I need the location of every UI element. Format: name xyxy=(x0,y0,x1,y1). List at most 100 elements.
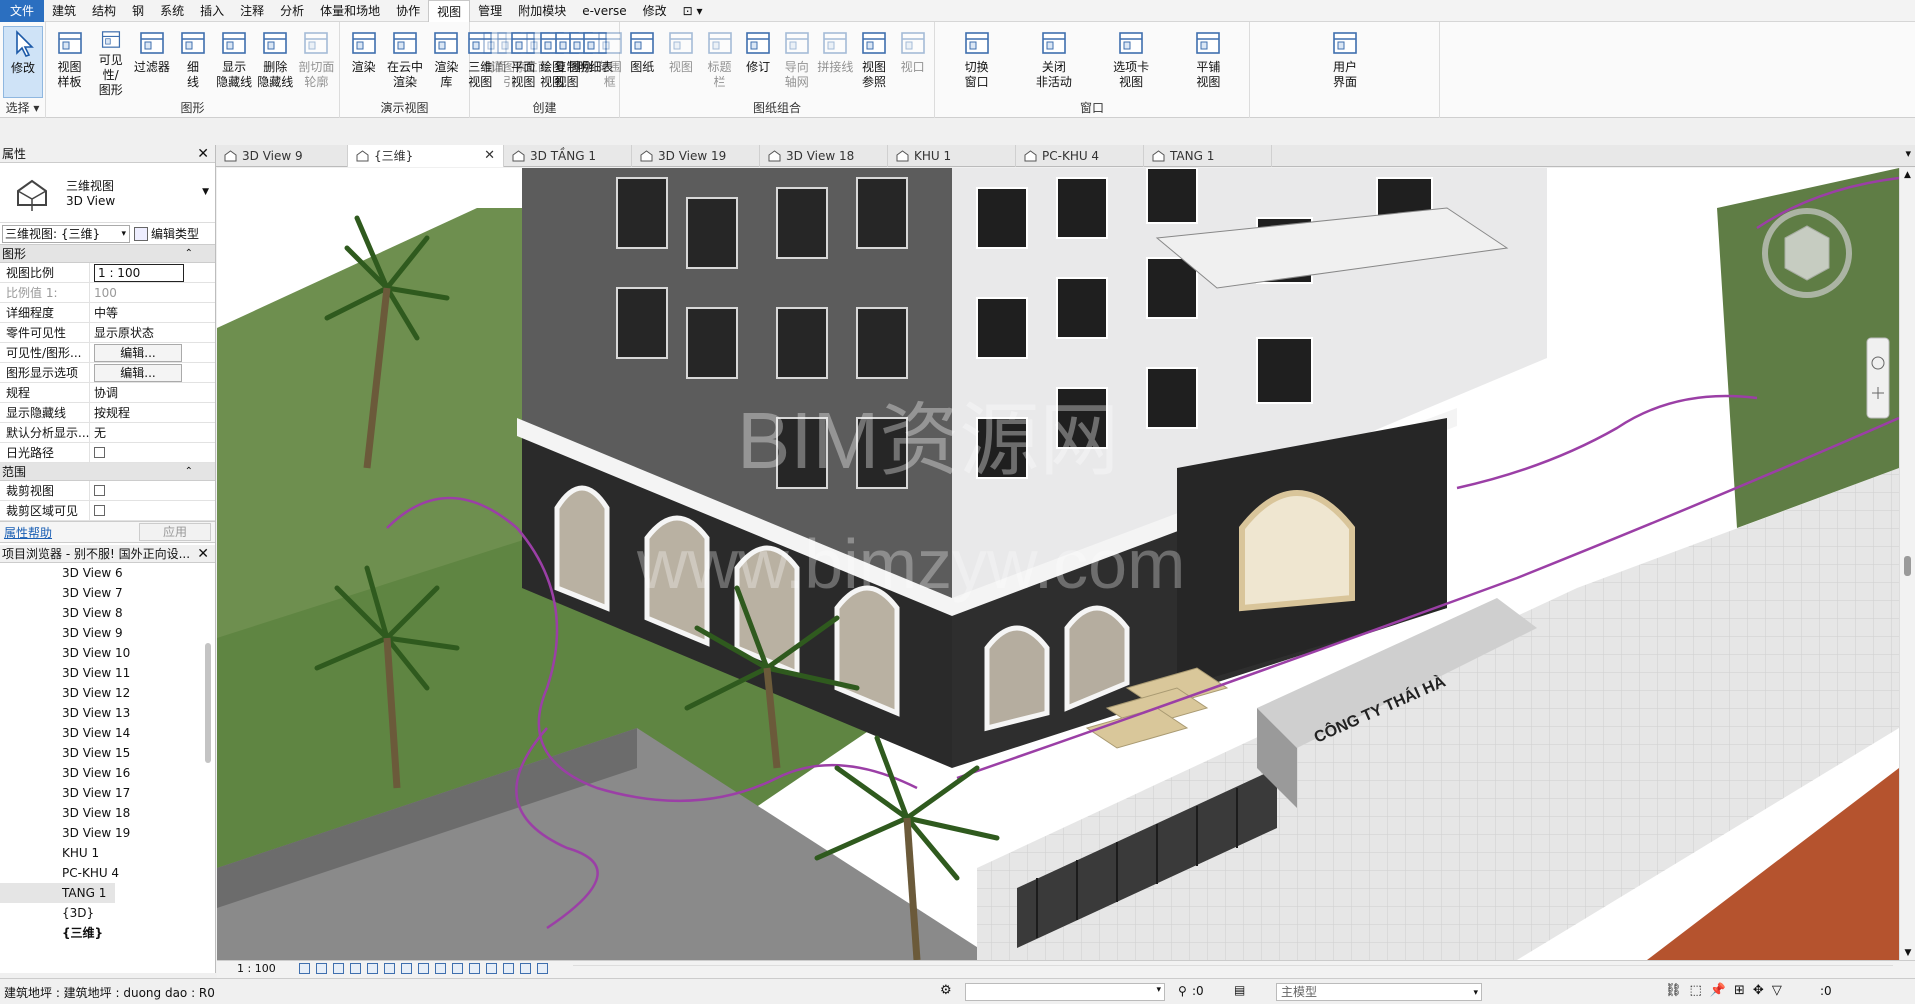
menu-2[interactable]: 结构 xyxy=(84,0,124,22)
property-value[interactable]: 显示原状态 xyxy=(94,326,154,340)
shadows-icon[interactable] xyxy=(350,963,361,974)
view-tab[interactable]: 3D TẦNG 1 xyxy=(504,145,632,167)
design-options-dropdown[interactable]: 主模型 ▾ xyxy=(1276,983,1482,1001)
checkbox[interactable] xyxy=(94,505,105,516)
property-value[interactable]: 按规程 xyxy=(94,406,130,420)
browser-item[interactable]: 3D View 10 xyxy=(0,643,215,663)
render-dialog-icon[interactable] xyxy=(367,963,378,974)
view-tab[interactable]: 3D View 18 xyxy=(760,145,888,167)
tab-views-button[interactable]: 选项卡 视图 xyxy=(1111,26,1151,98)
matchline-button[interactable]: 拼接线 xyxy=(815,26,855,98)
cut-profile-button[interactable]: 剖切面 轮廓 xyxy=(296,26,336,98)
thin-lines-button[interactable]: 细 线 xyxy=(173,26,213,98)
design-options-icon[interactable]: ▤ xyxy=(1234,983,1245,997)
view-tab[interactable]: TANG 1 xyxy=(1144,145,1272,167)
section-graphics[interactable]: 图形 ⌃ xyxy=(0,245,215,263)
crop-view-icon[interactable] xyxy=(401,963,412,974)
show-hidden-button[interactable]: 显示 隐藏线 xyxy=(214,26,254,98)
switch-window-button[interactable]: 切换 窗口 xyxy=(957,26,997,98)
type-selector[interactable]: 三维视图 3D View ▼ xyxy=(0,163,215,223)
instance-selector[interactable]: 三维视图: {三维} ▾ xyxy=(2,224,130,243)
browser-item[interactable]: 3D View 14 xyxy=(0,723,215,743)
constraints-icon[interactable] xyxy=(537,963,548,974)
select-links-icon[interactable]: ⛓ xyxy=(1665,983,1682,998)
browser-item[interactable]: 3D View 12 xyxy=(0,683,215,703)
view-tab[interactable]: {三维} ✕ xyxy=(348,145,504,167)
browser-item[interactable]: 3D View 7 xyxy=(0,583,215,603)
scrollbar-up-arrow-icon[interactable]: ▲ xyxy=(1900,168,1915,182)
property-value[interactable]: 无 xyxy=(94,426,106,440)
render-teapot-button[interactable]: 渲染 xyxy=(344,26,384,98)
analysis-icon[interactable] xyxy=(503,963,514,974)
unlock-3d-icon[interactable] xyxy=(435,963,446,974)
sun-path-icon[interactable] xyxy=(333,963,344,974)
drag-elements-icon[interactable]: ✥ xyxy=(1753,983,1764,998)
filter-icon[interactable]: ▽ xyxy=(1772,983,1782,998)
highlight-icon[interactable] xyxy=(520,963,531,974)
browser-item[interactable]: 3D View 13 xyxy=(0,703,215,723)
checkbox[interactable] xyxy=(94,447,105,458)
browser-item[interactable]: 3D View 17 xyxy=(0,783,215,803)
close-icon[interactable]: ✕ xyxy=(197,545,209,563)
visibility-button[interactable]: 可见性/ 图形 xyxy=(91,26,131,98)
browser-item[interactable]: 3D View 15 xyxy=(0,743,215,763)
navigation-bar[interactable] xyxy=(1866,337,1890,419)
guide-grid-button[interactable]: 导向 轴网 xyxy=(777,26,817,98)
browser-item[interactable]: {三维} xyxy=(0,923,215,943)
scrollbar-down-arrow-icon[interactable]: ▼ xyxy=(1900,946,1915,960)
remove-hidden-button[interactable]: 删除 隐藏线 xyxy=(255,26,295,98)
horizontal-scrollbar[interactable] xyxy=(573,965,1893,975)
visual-style-icon[interactable] xyxy=(316,963,327,974)
property-value-input[interactable]: 1 : 100 xyxy=(94,264,184,282)
lock-view-icon[interactable] xyxy=(384,963,395,974)
tab-overflow-icon[interactable]: ▾ xyxy=(1905,147,1911,160)
view-reference-button[interactable]: 视图 参照 xyxy=(854,26,894,98)
menu-14[interactable]: 修改 xyxy=(635,0,675,22)
selection-toggles[interactable]: ⛓ ⬚ 📌 ⊞ ✥ ▽ xyxy=(1665,983,1782,998)
menu-12[interactable]: 附加模块 xyxy=(510,0,574,22)
cloud-render-button[interactable]: 在云中 渲染 xyxy=(385,26,425,98)
sheet-button[interactable]: 图纸 xyxy=(622,26,662,98)
browser-item[interactable]: 3D View 16 xyxy=(0,763,215,783)
filter-button[interactable]: 过滤器 xyxy=(132,26,172,98)
user-interface-button[interactable]: 用户 界面 xyxy=(1325,26,1365,98)
browser-item[interactable]: 3D View 19 xyxy=(0,823,215,843)
show-crop-icon[interactable] xyxy=(418,963,429,974)
browser-item[interactable]: 3D View 18 xyxy=(0,803,215,823)
browser-item[interactable]: TANG 1 xyxy=(0,883,115,903)
menu-0[interactable]: 文件 xyxy=(0,0,45,22)
view-template-button[interactable]: 视图 样板 xyxy=(50,26,90,98)
menu-9[interactable]: 协作 xyxy=(388,0,428,22)
detail-level-icon[interactable] xyxy=(299,963,310,974)
worksharing-icon[interactable] xyxy=(486,963,497,974)
menu-13[interactable]: e-verse xyxy=(574,0,634,22)
tile-views-button[interactable]: 平铺 视图 xyxy=(1188,26,1228,98)
browser-scrollbar[interactable] xyxy=(205,643,211,763)
properties-help-link[interactable]: 属性帮助 xyxy=(4,524,52,541)
title-block-button[interactable]: 标题 栏 xyxy=(700,26,740,98)
browser-item[interactable]: KHU 1 xyxy=(0,843,215,863)
property-value[interactable]: 100 xyxy=(94,286,117,300)
revision-button[interactable]: 修订 xyxy=(738,26,778,98)
menu-7[interactable]: 分析 xyxy=(272,0,312,22)
checkbox[interactable] xyxy=(94,485,105,496)
close-tab-icon[interactable]: ✕ xyxy=(484,145,495,167)
browser-item[interactable]: 3D View 6 xyxy=(0,563,215,583)
browser-item[interactable]: 3D View 9 xyxy=(0,623,215,643)
view-tab[interactable]: 3D View 19 xyxy=(632,145,760,167)
workset-dropdown[interactable]: ▾ xyxy=(965,983,1165,1001)
menu-1[interactable]: 建筑 xyxy=(44,0,84,22)
3d-viewport[interactable]: CÔNG TY THÁI HÀ BIM资源网 www.bimzyw.com xyxy=(217,168,1899,960)
browser-item[interactable]: 3D View 11 xyxy=(0,663,215,683)
viewport-button[interactable]: 视口 xyxy=(893,26,933,98)
menu-4[interactable]: 系统 xyxy=(152,0,192,22)
temp-hide-icon[interactable] xyxy=(452,963,463,974)
close-icon[interactable]: ✕ xyxy=(197,145,209,163)
menu-11[interactable]: 管理 xyxy=(470,0,510,22)
cursor-button[interactable]: 修改 xyxy=(3,26,43,98)
view-scale[interactable]: 1 : 100 xyxy=(237,962,276,975)
edit-button[interactable]: 编辑... xyxy=(94,344,182,362)
menu-8[interactable]: 体量和场地 xyxy=(312,0,388,22)
view-tab[interactable]: KHU 1 xyxy=(888,145,1016,167)
menu-15[interactable]: ⊡ ▾ xyxy=(675,0,711,22)
